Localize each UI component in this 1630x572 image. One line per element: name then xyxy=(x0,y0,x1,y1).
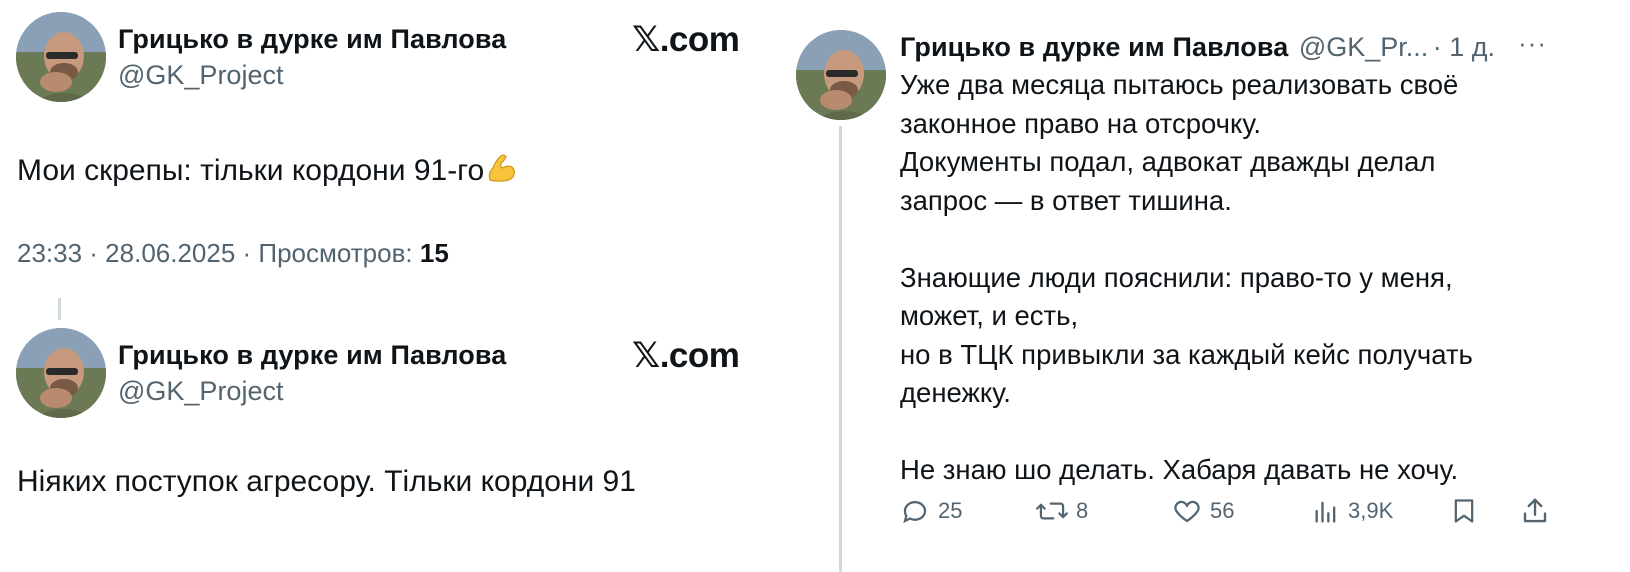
tweet-line: может, и есть, xyxy=(900,300,1079,331)
author-handle[interactable]: @GK_Project xyxy=(118,60,283,91)
tweet-text: Ніяких поступок агресору. Тільки кордони… xyxy=(17,465,636,498)
reply-button[interactable]: 25 xyxy=(900,496,962,526)
x-logo-icon: 𝕏 xyxy=(632,336,660,376)
more-options-button[interactable]: ··· xyxy=(1518,28,1547,59)
like-button[interactable]: 56 xyxy=(1172,496,1234,526)
reply-count: 25 xyxy=(938,498,963,523)
timestamp[interactable]: 23:33 · 28.06.2025 · Просмотров: xyxy=(17,238,420,268)
heart-icon xyxy=(1174,500,1200,523)
author-name[interactable]: Грицько в дурке им Павлова xyxy=(900,32,1288,62)
x-logo-icon: 𝕏 xyxy=(632,20,660,60)
share-button[interactable] xyxy=(1520,496,1550,531)
author-name[interactable]: Грицько в дурке им Павлова xyxy=(118,340,506,371)
source-label: 𝕏.com xyxy=(632,20,740,60)
more-icon: ··· xyxy=(1518,28,1547,58)
repost-count: 8 xyxy=(1076,498,1089,523)
like-count: 56 xyxy=(1210,498,1235,523)
analytics-icon xyxy=(1315,501,1336,523)
view-count: 15 xyxy=(419,238,449,268)
avatar[interactable] xyxy=(796,30,886,120)
tweet-line: но в ТЦК привыкли за каждый кейс получат… xyxy=(900,338,1473,370)
tweet-line: Не знаю шо делать. Хабаря давать не хочу… xyxy=(900,454,1459,485)
tweet-meta: 23:33 · 28.06.2025 · Просмотров: 15 xyxy=(17,238,449,269)
avatar[interactable] xyxy=(16,328,106,418)
timestamp[interactable]: · 1 д. xyxy=(1433,32,1495,62)
repost-icon xyxy=(1036,502,1068,520)
author-name[interactable]: Грицько в дурке им Павлова xyxy=(118,24,506,55)
tweet-line: Документы подал, адвокат дважды делал xyxy=(900,146,1436,177)
views-button[interactable]: 3,9K xyxy=(1312,496,1393,526)
tweet-body: Уже два месяца пытаюсь реализовать своё … xyxy=(900,66,1600,490)
tweet-line: запрос — в ответ тишина. xyxy=(900,184,1232,216)
share-icon xyxy=(1523,498,1547,523)
tweet-line xyxy=(900,220,1600,259)
bookmark-button[interactable] xyxy=(1450,496,1478,531)
repost-button[interactable]: 8 xyxy=(1036,496,1088,526)
author-handle[interactable]: @GK_Project xyxy=(118,376,283,407)
tweet-header: Грицько в дурке им Павлова @GK_Pr... · 1… xyxy=(900,32,1495,63)
avatar[interactable] xyxy=(16,12,106,102)
tweet-line: законное право на отсрочку. xyxy=(900,107,1261,139)
tweet-line: Уже два месяца пытаюсь реализовать своё xyxy=(900,69,1459,100)
tweet-line xyxy=(900,413,1600,452)
flexed-biceps-icon xyxy=(484,150,518,184)
tweet-text: Мои скрепы: тільки кордони 91-го xyxy=(17,150,518,188)
author-handle[interactable]: @GK_Pr... xyxy=(1299,32,1428,62)
thread-line xyxy=(839,126,842,572)
view-count: 3,9K xyxy=(1348,498,1394,523)
bookmark-icon xyxy=(1454,499,1474,523)
thread-connector xyxy=(58,298,61,320)
tweet-line: денежку. xyxy=(900,377,1011,408)
tweet-line: Знающие люди пояснили: право-то у меня, xyxy=(900,261,1453,293)
reply-icon xyxy=(903,501,927,524)
source-label: 𝕏.com xyxy=(632,336,740,376)
